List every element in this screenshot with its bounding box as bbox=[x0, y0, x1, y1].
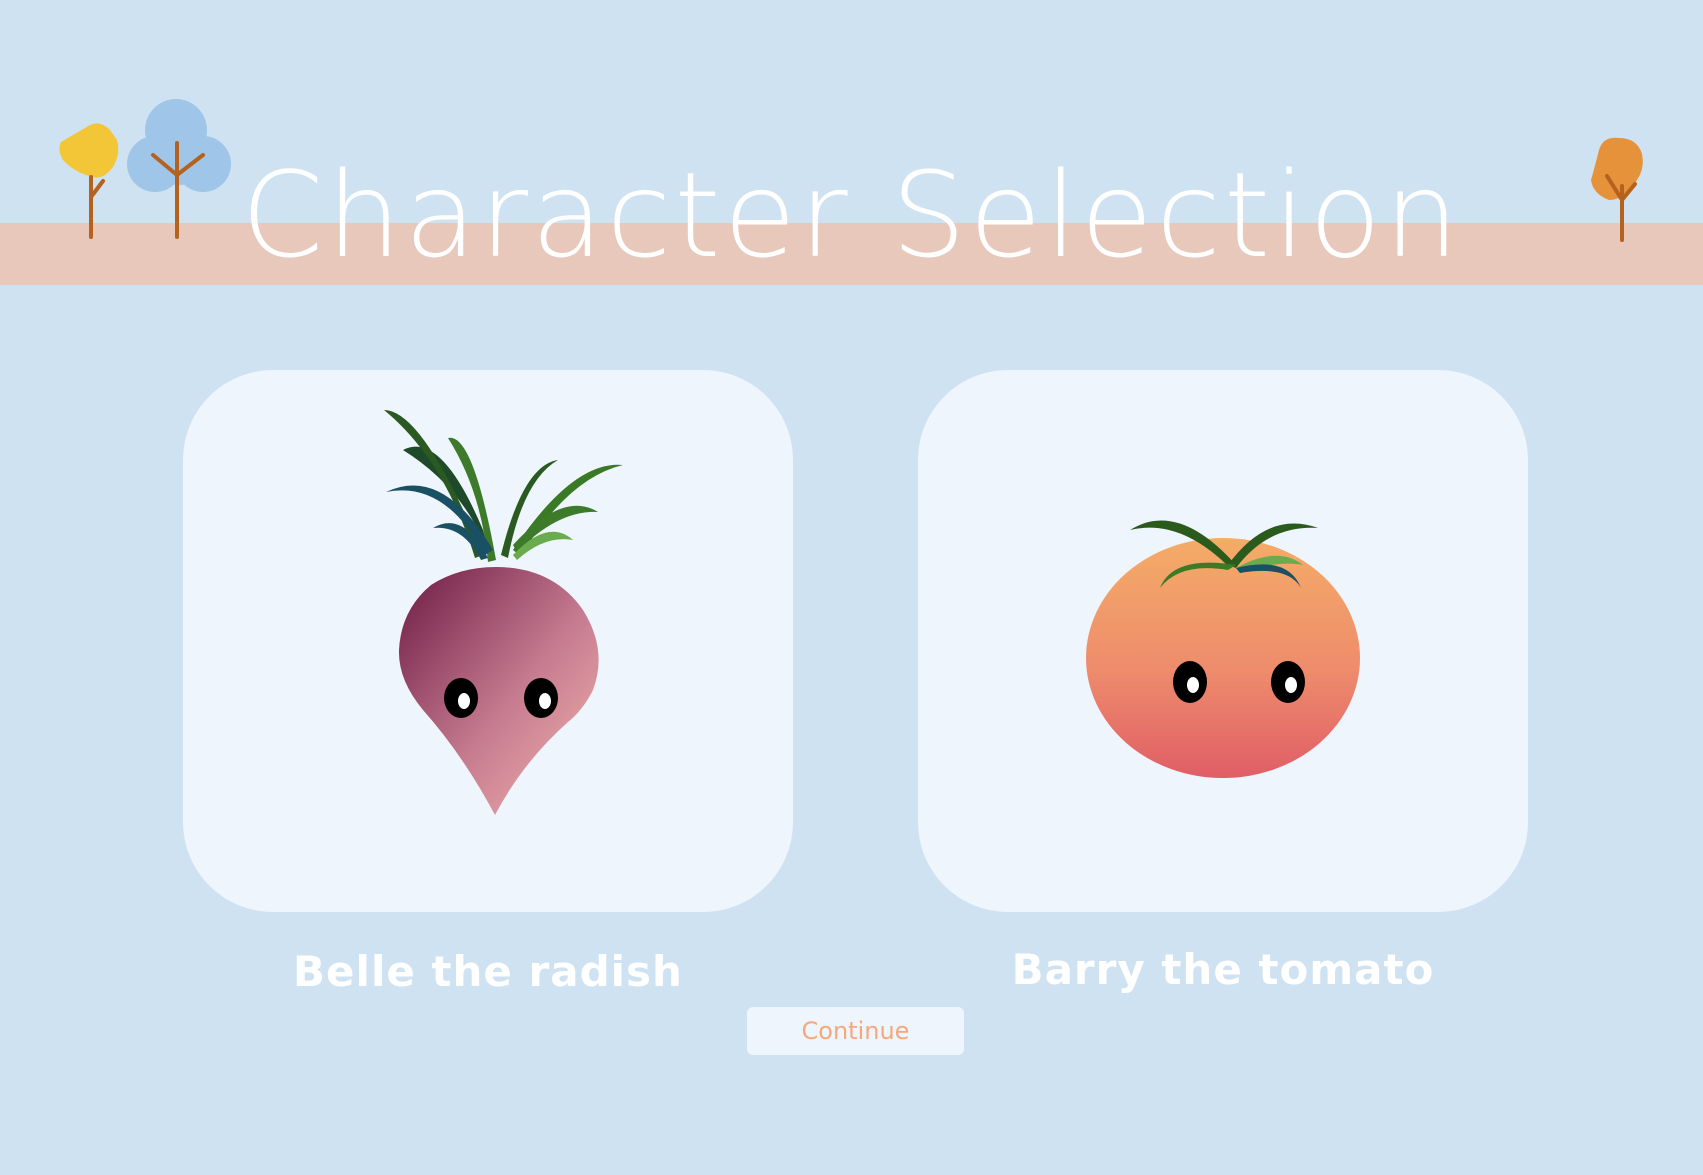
character-card-tomato[interactable] bbox=[918, 370, 1528, 912]
character-name-tomato: Barry the tomato bbox=[1011, 945, 1435, 994]
character-name-radish: Belle the radish bbox=[293, 947, 683, 996]
radish-character-icon bbox=[384, 410, 623, 815]
page-title: Character Selection bbox=[241, 146, 1462, 284]
continue-button[interactable]: Continue bbox=[747, 1007, 964, 1055]
tomato-character-icon bbox=[1086, 520, 1360, 778]
character-card-radish[interactable] bbox=[183, 370, 793, 912]
